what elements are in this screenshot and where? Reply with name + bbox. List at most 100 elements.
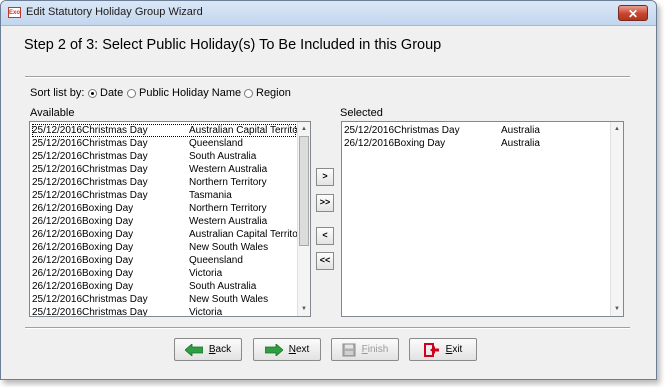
radio-label: Public Holiday Name — [139, 87, 242, 99]
holiday-region: Queensland — [189, 255, 243, 266]
radio-selected-icon — [88, 88, 97, 98]
next-button[interactable]: Next — [253, 338, 321, 361]
holiday-region: New South Wales — [189, 242, 269, 253]
holiday-name: Boxing Day — [82, 229, 134, 240]
holiday-region: Australian Capital Territory — [189, 229, 307, 240]
scroll-down-icon[interactable]: ▼ — [611, 303, 623, 315]
list-item[interactable]: 25/12/2016 Christmas Day Queensland — [32, 137, 296, 150]
add-all-button[interactable]: >> — [316, 194, 334, 212]
available-list[interactable]: 25/12/2016 Christmas Day Victoria 25/12/201… — [29, 121, 311, 317]
list-item[interactable]: 25/12/2016 Christmas Day Australia — [344, 124, 609, 137]
list-item[interactable]: 25/12/2016 Christmas Day Tasmania — [32, 189, 296, 202]
scroll-thumb[interactable] — [299, 136, 309, 246]
list-item[interactable]: 26/12/2016 Boxing Day Queensland — [32, 254, 296, 267]
holiday-region: Australia — [501, 125, 540, 136]
holiday-date: 25/12/2016 — [32, 177, 83, 188]
holiday-date: 26/12/2016 — [32, 242, 83, 253]
list-item[interactable]: 25/12/2016 Christmas Day Australian Capita… — [32, 124, 306, 137]
next-label: ext — [295, 344, 310, 355]
holiday-region: Western Australia — [189, 164, 268, 175]
exit-label: xit — [452, 344, 463, 355]
list-item[interactable]: 25/12/2016 Christmas Day Western Australia — [32, 163, 296, 176]
holiday-region: Northern Territory — [189, 177, 267, 188]
title-bar[interactable]: Exo Edit Statutory Holiday Group Wizard … — [1, 1, 656, 26]
selected-scrollbar[interactable]: ▲ ▼ — [610, 122, 623, 316]
holiday-name: Boxing Day — [394, 138, 446, 149]
list-item[interactable]: 26/12/2016 Boxing Day Australia — [344, 137, 609, 150]
available-scrollbar[interactable]: ▲ ▼ — [297, 122, 310, 316]
list-item[interactable]: 26/12/2016 Boxing Day New South Wales — [32, 241, 296, 254]
holiday-region: Victoria — [189, 268, 223, 279]
holiday-name: Christmas Day — [82, 125, 148, 136]
radio-icon — [127, 88, 136, 98]
sort-by-date-radio[interactable]: Date — [88, 87, 123, 99]
holiday-name: Christmas Day — [82, 177, 148, 188]
list-item[interactable]: 25/12/2016 Christmas Day Northern Territor… — [32, 176, 296, 189]
list-item[interactable]: 25/12/2016 Christmas Day New South Wales — [32, 293, 296, 306]
scroll-up-icon[interactable]: ▲ — [611, 123, 623, 135]
holiday-name: Boxing Day — [82, 255, 134, 266]
wizard-window: Exo Edit Statutory Holiday Group Wizard … — [0, 0, 657, 380]
holiday-name: Christmas Day — [82, 164, 148, 175]
holiday-region: Tasmania — [189, 190, 232, 201]
holiday-region: Victoria — [189, 307, 223, 317]
holiday-date: 26/12/2016 — [32, 281, 83, 292]
back-hotkey: B — [208, 344, 216, 355]
holiday-name: Christmas Day — [82, 151, 148, 162]
holiday-name: Christmas Day — [82, 190, 148, 201]
holiday-date: 26/12/2016 — [32, 216, 83, 227]
holiday-date: 25/12/2016 — [32, 294, 83, 305]
holiday-date: 25/12/2016 — [32, 138, 83, 149]
holiday-region: Australia — [501, 138, 540, 149]
list-item[interactable]: 26/12/2016 Boxing Day Australian Capital T… — [32, 228, 306, 241]
list-item[interactable]: 25/12/2016 Christmas Day South Australia — [32, 150, 296, 163]
scroll-up-icon[interactable]: ▲ — [298, 123, 310, 135]
separator — [25, 76, 630, 78]
holiday-name: Christmas Day — [82, 294, 148, 305]
holiday-name: Christmas Day — [82, 307, 148, 317]
holiday-date: 25/12/2016 — [32, 164, 83, 175]
list-item[interactable]: 26/12/2016 Boxing Day South Australia — [32, 280, 296, 293]
radio-label: Region — [256, 87, 291, 99]
selected-list[interactable]: 26/12/2016 Boxing Day Australia 25/12/2016 C… — [341, 121, 624, 317]
holiday-name: Boxing Day — [82, 281, 134, 292]
exit-door-icon — [423, 342, 439, 357]
holiday-date: 25/12/2016 — [32, 151, 83, 162]
exit-button[interactable]: Exit — [409, 338, 477, 361]
finish-button[interactable]: Finish — [331, 338, 399, 361]
holiday-region: Northern Territory — [189, 203, 267, 214]
back-label: ack — [215, 344, 232, 355]
holiday-date: 25/12/2016 — [32, 125, 83, 136]
list-item[interactable]: 26/12/2016 Boxing Day Victoria — [32, 267, 296, 280]
holiday-region: New South Wales — [189, 294, 269, 305]
next-hotkey: N — [288, 344, 296, 355]
holiday-region: Australian Capital Territory — [189, 125, 307, 136]
sort-by-region-radio[interactable]: Region — [244, 87, 291, 99]
step-heading: Step 2 of 3: Select Public Holiday(s) To… — [24, 37, 442, 53]
list-item[interactable]: 26/12/2016 Boxing Day Western Australia — [32, 215, 296, 228]
holiday-name: Boxing Day — [82, 203, 134, 214]
app-icon: Exo — [8, 7, 21, 18]
back-button[interactable]: Back — [174, 338, 242, 361]
selected-label: Selected — [340, 107, 383, 119]
list-item[interactable]: 26/12/2016 Boxing Day Northern Territory — [32, 202, 296, 215]
scroll-down-icon[interactable]: ▼ — [298, 303, 310, 315]
available-label: Available — [30, 107, 75, 119]
sort-label: Sort list by: — [30, 87, 85, 99]
radio-label: Date — [100, 87, 124, 99]
remove-all-button[interactable]: << — [316, 252, 334, 270]
sort-by-holiday-name-radio[interactable]: Public Holiday Name — [127, 87, 241, 99]
holiday-region: South Australia — [189, 151, 257, 162]
close-button[interactable]: ✕ — [618, 5, 648, 21]
next-arrow-icon — [264, 343, 283, 356]
holiday-name: Christmas Day — [82, 138, 148, 149]
holiday-date: 25/12/2016 — [32, 307, 83, 317]
holiday-name: Boxing Day — [82, 268, 134, 279]
holiday-date: 26/12/2016 — [344, 138, 395, 149]
add-selected-button[interactable]: > — [316, 168, 334, 186]
radio-icon — [244, 88, 253, 98]
holiday-date: 25/12/2016 — [344, 125, 395, 136]
remove-selected-button[interactable]: < — [316, 227, 334, 245]
holiday-name: Christmas Day — [394, 125, 460, 136]
list-item[interactable]: 25/12/2016 Christmas Day Victoria — [32, 306, 296, 317]
